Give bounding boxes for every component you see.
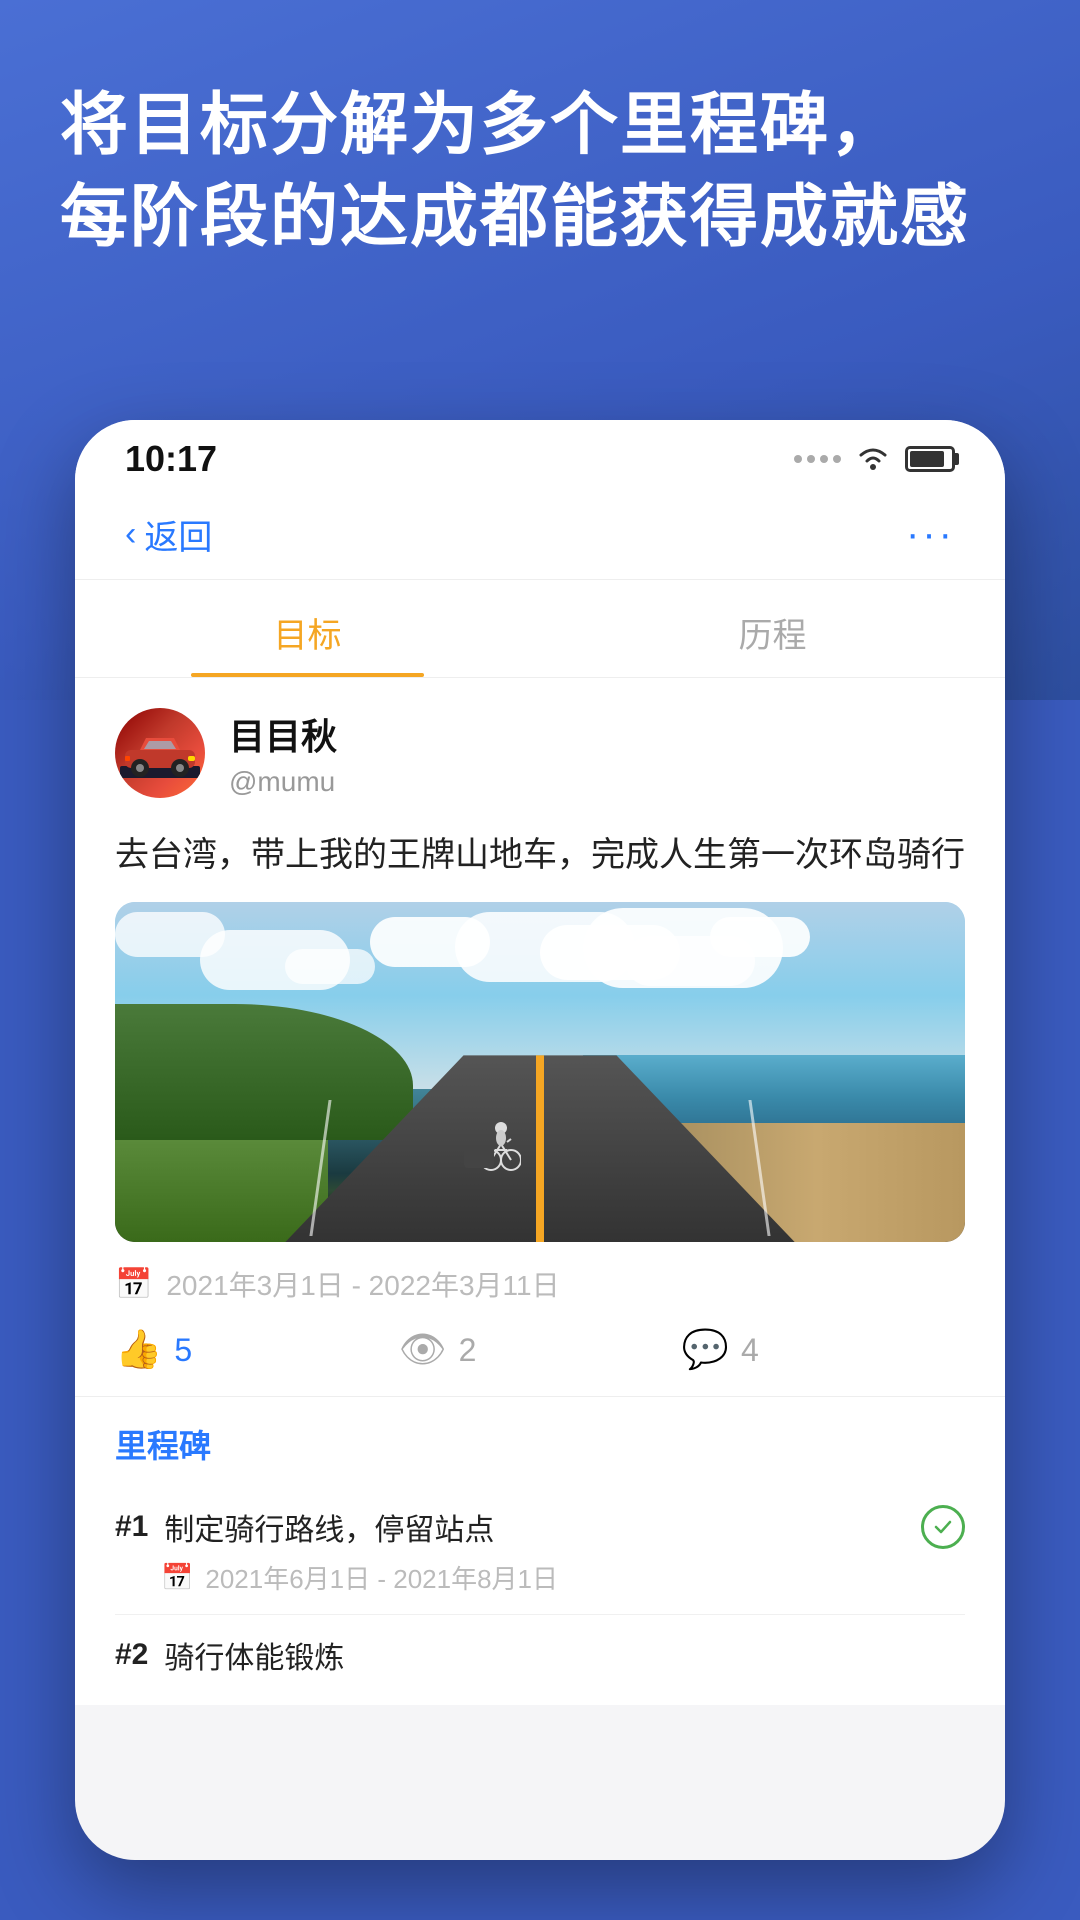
milestone-date-1: 📅 2021年6月1日 - 2021年8月1日 <box>115 1559 965 1596</box>
milestone-check-1 <box>921 1505 965 1549</box>
eye-icon: 👁 <box>398 1328 446 1372</box>
user-name-block: 目目秋 @mumu <box>229 708 337 798</box>
milestone-name-2: 骑行体能锻炼 <box>164 1633 965 1677</box>
date-range-text: 2021年3月1日 - 2022年3月11日 <box>166 1264 559 1304</box>
date-range-row: 📅 2021年3月1日 - 2022年3月11日 <box>75 1242 1005 1304</box>
milestone-daterange-1: 2021年6月1日 - 2021年8月1日 <box>205 1559 558 1596</box>
thumbs-up-icon: 👍 <box>115 1328 162 1372</box>
views-stat[interactable]: 👁 2 <box>398 1328 681 1372</box>
more-button[interactable]: ··· <box>906 512 955 557</box>
comments-stat[interactable]: 💬 4 <box>682 1328 965 1372</box>
user-info: 目目秋 @mumu <box>75 678 1005 818</box>
hero-title: 将目标分解为多个里程碑，每阶段的达成都能获得成就感 <box>60 80 1020 264</box>
signal-icon <box>794 455 841 463</box>
user-name: 目目秋 <box>229 708 337 760</box>
milestone-num-1: #1 <box>115 1510 148 1544</box>
car-icon <box>120 728 200 778</box>
nav-bar: ‹ 返回 ··· <box>75 490 1005 580</box>
status-time: 10:17 <box>125 438 217 480</box>
status-bar: 10:17 <box>75 420 1005 490</box>
phone-mockup: 10:17 ‹ 返回 <box>75 420 1005 1860</box>
goal-image <box>115 902 965 1242</box>
comments-count: 4 <box>741 1332 759 1369</box>
ground-left <box>115 1140 328 1242</box>
tab-bar: 目标 历程 <box>75 580 1005 678</box>
avatar <box>115 708 205 798</box>
milestone-num-2: #2 <box>115 1638 148 1672</box>
wifi-icon <box>855 445 891 473</box>
stats-row: 👍 5 👁 2 💬 4 <box>75 1304 1005 1397</box>
milestone-title: 里程碑 <box>115 1421 965 1467</box>
content-area: 目目秋 @mumu 去台湾，带上我的王牌山地车，完成人生第一次环岛骑行 <box>75 678 1005 1705</box>
milestone-header-1: #1 制定骑行路线，停留站点 <box>115 1505 965 1549</box>
battery-icon <box>905 446 955 472</box>
calendar-icon: 📅 <box>115 1267 152 1302</box>
likes-stat[interactable]: 👍 5 <box>115 1328 398 1372</box>
milestone-item-1: #1 制定骑行路线，停留站点 📅 2021年6月1日 - 2021年8月1日 <box>115 1487 965 1615</box>
milestone-name-1: 制定骑行路线，停留站点 <box>164 1505 905 1549</box>
back-label[interactable]: 返回 <box>144 510 212 559</box>
road-center-line <box>536 1055 544 1242</box>
milestone-header-2: #2 骑行体能锻炼 <box>115 1633 965 1677</box>
status-icons <box>794 445 955 473</box>
tab-history[interactable]: 历程 <box>540 580 1005 677</box>
user-handle: @mumu <box>229 766 337 798</box>
road-scene <box>115 902 965 1242</box>
calendar-icon-small: 📅 <box>161 1562 193 1593</box>
likes-count: 5 <box>174 1332 192 1369</box>
comment-icon: 💬 <box>682 1328 729 1372</box>
back-button[interactable]: ‹ 返回 <box>125 510 212 559</box>
chevron-left-icon: ‹ <box>125 515 136 554</box>
bike-bags <box>464 1146 494 1168</box>
views-count: 2 <box>459 1332 477 1369</box>
tab-goal[interactable]: 目标 <box>75 580 540 677</box>
goal-text: 去台湾，带上我的王牌山地车，完成人生第一次环岛骑行 <box>75 818 1005 902</box>
milestone-item-2: #2 骑行体能锻炼 <box>115 1615 965 1705</box>
milestone-section: 里程碑 #1 制定骑行路线，停留站点 📅 2021年6月1日 - 2021年8月… <box>75 1397 1005 1705</box>
